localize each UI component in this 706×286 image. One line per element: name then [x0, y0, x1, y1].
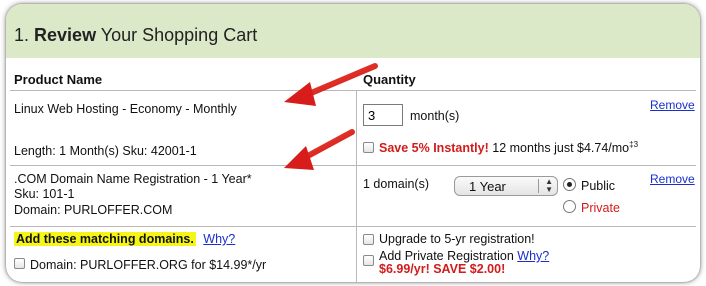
annotation-arrows: [284, 63, 378, 170]
arrow-icon: [284, 63, 378, 106]
arrow-icon: [284, 129, 355, 170]
